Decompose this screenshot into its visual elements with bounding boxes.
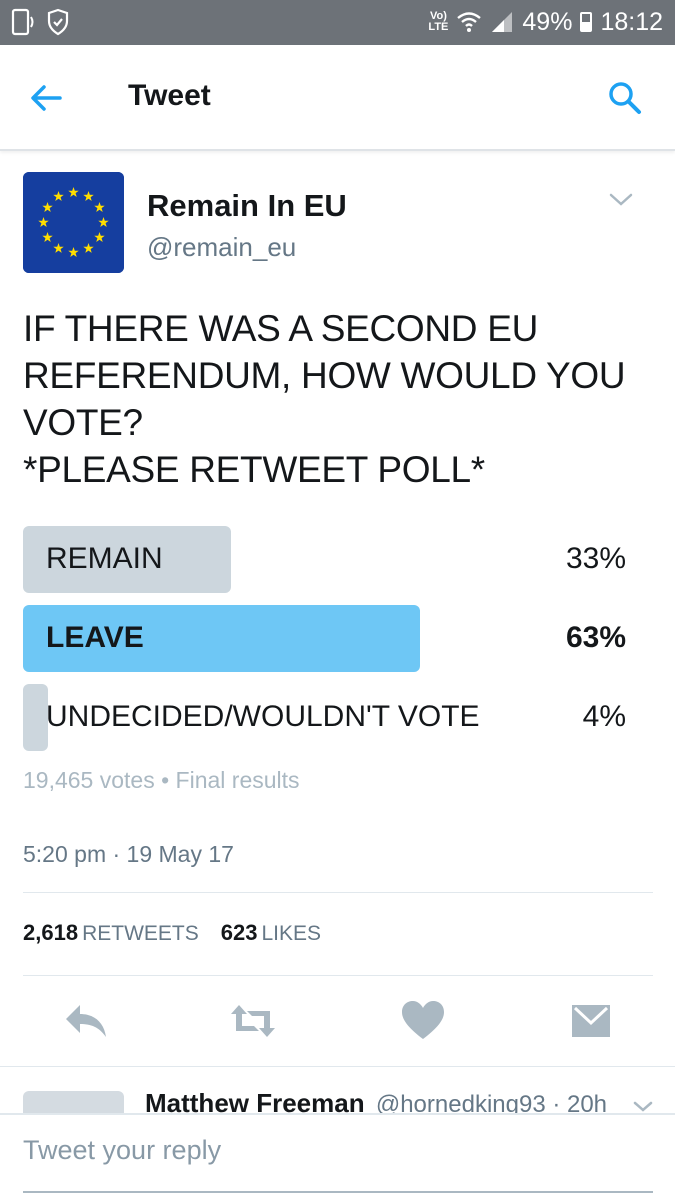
poll-option-label: REMAIN: [46, 542, 163, 575]
reply-input[interactable]: [23, 1135, 633, 1166]
divider: [23, 892, 653, 893]
likes-label: LIKES: [261, 922, 321, 945]
page-title: Tweet: [128, 79, 211, 112]
status-bar: Vo) LTE 49% 18:12: [0, 0, 675, 45]
search-icon[interactable]: [605, 78, 645, 118]
tweet-text-line: REFERENDUM, HOW WOULD YOU: [23, 355, 626, 396]
tweet-text-line: IF THERE WAS A SECOND EU: [23, 308, 539, 349]
poll-option-leave: LEAVE 63%: [23, 605, 633, 672]
heart-icon[interactable]: [399, 999, 447, 1043]
app-header: Tweet: [0, 45, 675, 151]
poll-results-meta: 19,465 votes • Final results: [23, 767, 300, 793]
battery-icon: [580, 12, 593, 32]
author-handle[interactable]: @remain_eu: [147, 232, 296, 263]
divider: [23, 975, 653, 976]
retweets-count: 2,618: [23, 920, 79, 945]
phone-vibrate-icon: [11, 8, 34, 36]
chevron-down-icon[interactable]: [632, 1100, 654, 1114]
poll: REMAIN 33% LEAVE 63% UNDECIDED/WOULDN'T …: [23, 526, 633, 763]
poll-option-percent: 4%: [582, 700, 626, 733]
retweets-label: RETWEETS: [82, 922, 199, 945]
divider: [0, 1066, 675, 1067]
poll-option-percent: 33%: [565, 542, 626, 575]
author-name[interactable]: Remain In EU: [147, 188, 347, 224]
shield-check-icon: [47, 8, 69, 36]
tweet-stats: 2,618 RETWEETS 623 LIKES: [23, 920, 321, 946]
eu-flag-avatar[interactable]: [23, 172, 124, 273]
tweet-timestamp: 5:20 pm · 19 May 17: [23, 841, 234, 867]
direct-message-icon[interactable]: [567, 999, 615, 1043]
reply-input-underline: [23, 1191, 653, 1193]
tweet-text: IF THERE WAS A SECOND EU REFERENDUM, HOW…: [23, 305, 653, 493]
retweets-stat[interactable]: 2,618 RETWEETS: [23, 920, 199, 945]
volte-indicator: Vo) LTE: [428, 10, 449, 33]
reply-composer: [0, 1113, 675, 1200]
signal-icon: [492, 12, 513, 32]
poll-option-label: LEAVE: [46, 621, 144, 654]
tweet-actions: [0, 995, 675, 1050]
battery-percent: 49%: [522, 7, 573, 36]
tweet-text-line: VOTE?: [23, 402, 143, 443]
likes-count: 623: [220, 920, 258, 945]
clock: 18:12: [600, 7, 663, 36]
poll-option-remain: REMAIN 33%: [23, 526, 633, 593]
poll-bar: [23, 684, 49, 751]
chevron-down-icon[interactable]: [607, 190, 635, 210]
poll-option-label: UNDECIDED/WOULDN'T VOTE: [46, 700, 480, 733]
back-arrow-icon[interactable]: [26, 78, 66, 118]
poll-option-undecided: UNDECIDED/WOULDN'T VOTE 4%: [23, 684, 633, 751]
reply-icon[interactable]: [62, 999, 110, 1043]
wifi-icon: [457, 12, 482, 32]
likes-stat[interactable]: 623 LIKES: [220, 920, 321, 945]
tweet-text-line: *PLEASE RETWEET POLL*: [23, 449, 485, 490]
poll-option-percent: 63%: [565, 621, 626, 654]
retweet-icon[interactable]: [229, 999, 277, 1043]
